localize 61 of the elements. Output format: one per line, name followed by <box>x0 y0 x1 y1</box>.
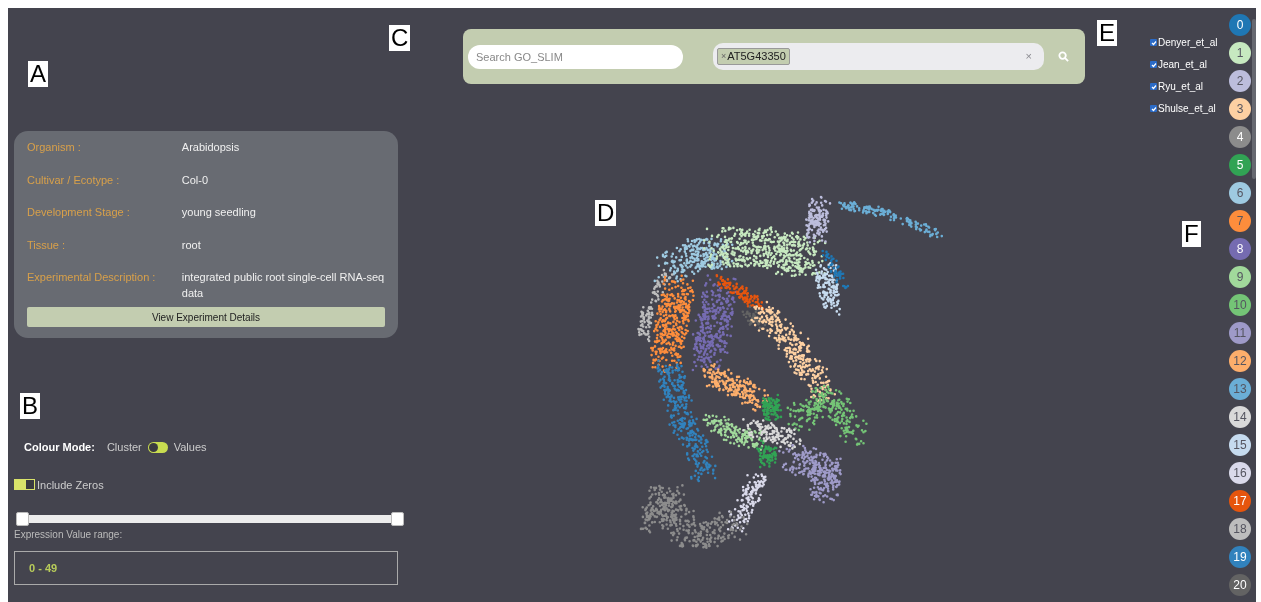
dataset-checkbox[interactable] <box>1150 61 1157 68</box>
panel-label: F <box>1182 221 1201 247</box>
colour-mode-toggle[interactable] <box>147 441 168 453</box>
dataset-label: Shulse_et_al <box>1158 102 1216 116</box>
cluster-badge[interactable]: 5 <box>1229 154 1251 176</box>
cluster-badge[interactable]: 11 <box>1229 322 1251 344</box>
include-zeros-toggle[interactable] <box>14 479 35 491</box>
cluster-badge[interactable]: 6 <box>1229 182 1251 204</box>
dataset-label: Ryu_et_al <box>1158 80 1204 94</box>
cluster-badge[interactable]: 15 <box>1229 434 1251 456</box>
dataset-label: Denyer_et_al <box>1158 36 1218 50</box>
slider-thumb[interactable] <box>391 512 404 526</box>
include-zeros-label: Include Zeros <box>37 477 104 493</box>
cluster-badge[interactable]: 8 <box>1229 238 1251 260</box>
tag-remove-button[interactable]: × <box>721 49 727 64</box>
go-slim-search-field[interactable]: Search GO_SLIM <box>468 44 683 69</box>
panel-label: A <box>28 61 48 87</box>
dataset-checkbox[interactable] <box>1150 83 1157 90</box>
cluster-badge[interactable]: 0 <box>1229 14 1251 36</box>
cluster-badge[interactable]: 20 <box>1229 574 1251 596</box>
clear-button[interactable]: × <box>1025 48 1032 65</box>
field-value: young seedling <box>181 205 257 220</box>
values-option: Values <box>173 439 207 456</box>
gene-select-field[interactable]: ×AT5G43350 × <box>713 43 1044 70</box>
range-label: Expression Value range: <box>14 528 124 542</box>
field-label: Tissue : <box>27 237 67 253</box>
cluster-badge[interactable]: 1 <box>1229 42 1251 64</box>
panel-label: C <box>389 25 411 51</box>
field-value: root <box>181 237 202 253</box>
slider-thumb[interactable] <box>16 512 29 526</box>
panel-label: D <box>595 200 617 226</box>
field-label: Development Stage : <box>27 205 131 220</box>
dataset-checkbox[interactable] <box>1150 105 1157 112</box>
cluster-badge[interactable]: 14 <box>1229 406 1251 428</box>
cluster-badge[interactable]: 2 <box>1229 70 1251 92</box>
field-value: integrated public root single-cell RNA-seq data <box>181 270 385 301</box>
cluster-badge[interactable]: 13 <box>1229 378 1251 400</box>
field-value: Col-0 <box>181 172 210 188</box>
dataset-checkbox[interactable] <box>1150 39 1157 46</box>
cluster-badge[interactable]: 10 <box>1229 294 1251 316</box>
cluster-badge[interactable]: 12 <box>1229 350 1251 372</box>
cluster-option: Cluster <box>106 439 142 456</box>
colour-mode-label: Colour Mode: <box>24 440 95 455</box>
cluster-badge[interactable]: 19 <box>1229 546 1251 568</box>
cluster-badge[interactable]: 9 <box>1229 266 1251 288</box>
cluster-badge[interactable]: 7 <box>1229 210 1251 232</box>
field-label: Organism : <box>27 140 82 155</box>
cluster-badge[interactable]: 18 <box>1229 518 1251 540</box>
cluster-badge[interactable]: 3 <box>1229 98 1251 120</box>
view-details-button[interactable]: View Experiment Details <box>27 307 385 327</box>
field-value: Arabidopsis <box>181 140 241 155</box>
field-label: Cultivar / Ecotype : <box>27 172 121 188</box>
field-label: Experimental Description : <box>27 270 157 285</box>
cluster-badge[interactable]: 17 <box>1229 490 1251 512</box>
dataset-label: Jean_et_al <box>1158 58 1207 72</box>
range-value-field: 0 - 49 <box>14 551 398 585</box>
panel-label: B <box>20 393 40 419</box>
cluster-badge[interactable]: 16 <box>1229 462 1251 484</box>
cluster-badge[interactable]: 4 <box>1229 126 1251 148</box>
panel-label: E <box>1097 20 1117 46</box>
tag-text: AT5G43350 <box>727 49 786 65</box>
